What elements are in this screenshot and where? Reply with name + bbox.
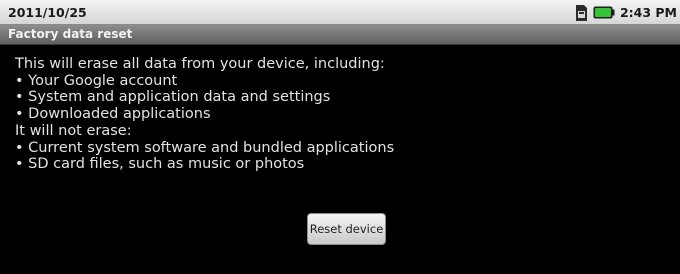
- status-time: 2:43 PM: [619, 5, 677, 20]
- status-bar: 2011/10/25 2:43 PM: [0, 0, 680, 25]
- reset-info-text: This will erase all data from your devic…: [15, 56, 394, 173]
- info-line: • Your Google account: [15, 72, 178, 89]
- info-line: • SD card files, such as music or photos: [15, 156, 305, 173]
- battery-icon: [593, 6, 615, 19]
- info-line: • System and application data and settin…: [15, 89, 331, 106]
- sim-card-icon: [575, 4, 587, 21]
- title-bar: Factory data reset: [0, 25, 680, 45]
- screen-title: Factory data reset: [8, 27, 133, 41]
- status-date: 2011/10/25: [8, 5, 87, 20]
- info-line: It will not erase:: [15, 122, 132, 139]
- reset-device-button[interactable]: Reset device: [307, 213, 386, 245]
- info-line: • Downloaded applications: [15, 106, 211, 123]
- info-line: • Current system software and bundled ap…: [15, 139, 395, 156]
- status-icons: 2:43 PM: [575, 3, 677, 22]
- info-line: This will erase all data from your devic…: [15, 56, 385, 72]
